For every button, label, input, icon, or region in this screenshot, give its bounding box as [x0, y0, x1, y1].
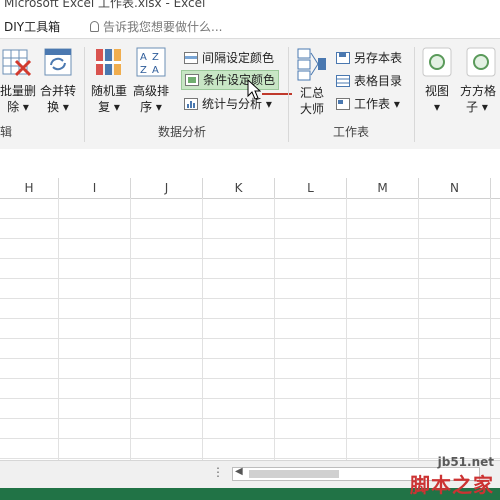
svg-text:A: A [140, 52, 147, 63]
worksheet-button[interactable]: 工作表 ▾ [336, 95, 400, 113]
column-header-i[interactable]: I [59, 178, 131, 198]
save-sheet-icon [336, 52, 350, 64]
svg-text:A: A [152, 65, 159, 76]
table-catalog-label: 表格目录 [354, 74, 403, 88]
watermark-site: 脚本之家 [410, 473, 494, 497]
grid-line [0, 318, 500, 319]
advanced-sort-button[interactable]: A Z Z A 高级排 序 ▾ [130, 45, 172, 115]
grid-line [0, 438, 500, 439]
svg-text:Z: Z [152, 52, 159, 63]
mouse-cursor-icon [247, 79, 261, 100]
tell-me-placeholder: 告诉我您想要做什么... [103, 20, 223, 34]
column-header-l[interactable]: L [275, 178, 347, 198]
interval-color-icon [184, 52, 198, 64]
grid-line [0, 418, 500, 419]
advanced-sort-label-2: 序 ▾ [140, 100, 162, 114]
save-sheet-button[interactable]: 另存本表 [336, 49, 402, 67]
grid-line [0, 258, 500, 259]
grid-line [0, 358, 500, 359]
watermark: jb51.net 脚本之家 [410, 455, 494, 498]
column-header-j[interactable]: J [131, 178, 203, 198]
lightbulb-icon [90, 21, 99, 32]
table-catalog-button[interactable]: 表格目录 [336, 72, 402, 90]
scroll-left-icon[interactable]: ◀ [235, 466, 243, 477]
batch-delete-button[interactable]: 批量删 除 ▾ [0, 45, 36, 115]
worksheet-label: 工作表 ▾ [354, 97, 400, 111]
batch-delete-icon [2, 49, 32, 77]
batch-delete-label-1: 批量删 [0, 84, 37, 98]
batch-delete-label-2: 除 ▾ [7, 100, 29, 114]
random-repeat-icon [96, 49, 121, 75]
column-header-k[interactable]: K [203, 178, 275, 198]
tell-me-box[interactable]: 告诉我您想要做什么... [90, 18, 222, 35]
interval-color-button[interactable]: 间隔设定颜色 [184, 49, 274, 67]
view-icon [422, 47, 452, 77]
stats-analysis-icon [184, 98, 198, 110]
table-catalog-icon [336, 75, 350, 87]
grid-button[interactable]: 方方格 子 ▾ [460, 45, 500, 115]
svg-text:Z: Z [140, 65, 147, 76]
window-title: Microsoft Excel 工作表.xlsx - Excel [4, 0, 206, 10]
random-repeat-label-1: 随机重 [90, 84, 127, 98]
more-options-icon[interactable]: ⋮ [212, 465, 224, 479]
grid-line [0, 278, 500, 279]
grid-label-2: 子 ▾ [466, 100, 488, 114]
group-label-data-analysis: 数据分析 [158, 125, 207, 139]
save-sheet-label: 另存本表 [354, 51, 403, 65]
column-headers: H I J K L M N [0, 178, 500, 199]
grid-line [0, 218, 500, 219]
formula-area [0, 149, 500, 178]
view-button[interactable]: 视图 ▾ [418, 45, 456, 115]
grid-line [0, 298, 500, 299]
grid-icon [466, 47, 496, 77]
advanced-sort-label-1: 高级排 [132, 84, 169, 98]
scrollbar-thumb[interactable] [249, 470, 339, 478]
tab-diy-toolbox[interactable]: DIY工具箱 [4, 18, 60, 35]
merge-convert-button[interactable]: 合并转 换 ▾ [38, 45, 78, 115]
random-repeat-button[interactable]: 随机重 复 ▾ [88, 45, 130, 115]
group-label-edit: 辑 [0, 125, 13, 139]
group-separator [414, 47, 415, 142]
ribbon-tabs: DIY工具箱 告诉我您想要做什么... [0, 12, 500, 38]
merge-convert-label-2: 换 ▾ [47, 100, 69, 114]
grid-line [0, 338, 500, 339]
view-label-2: ▾ [433, 100, 441, 114]
merge-convert-icon [44, 48, 72, 76]
summary-master-button[interactable]: 汇总 大师 [292, 45, 332, 117]
stats-analysis-label: 统计与分析 ▾ [202, 97, 272, 111]
random-repeat-label-2: 复 ▾ [98, 100, 120, 114]
view-label-1: 视图 [424, 84, 449, 98]
worksheet-icon [336, 98, 350, 110]
column-header-m[interactable]: M [347, 178, 419, 198]
group-separator [84, 47, 85, 142]
group-separator [288, 47, 289, 142]
summary-master-icon [297, 48, 326, 81]
column-header-n[interactable]: N [419, 178, 491, 198]
summary-master-label-2: 大师 [299, 102, 324, 116]
summary-master-label-1: 汇总 [299, 86, 324, 100]
condition-color-icon [185, 74, 199, 86]
condition-color-button[interactable]: 条件设定颜色 [181, 70, 280, 90]
ribbon: 批量删 除 ▾ 合并转 换 ▾ 辑 随机重 复 ▾ A Z Z A 高级排 序 … [0, 38, 500, 150]
group-label-worksheet: 工作表 [333, 125, 370, 139]
grid-line [0, 238, 500, 239]
merge-convert-label-1: 合并转 [39, 84, 76, 98]
grid-line [0, 378, 500, 379]
column-header-h[interactable]: H [0, 178, 59, 198]
interval-color-label: 间隔设定颜色 [202, 51, 275, 65]
title-bar: Microsoft Excel 工作表.xlsx - Excel [0, 0, 500, 12]
grid-line [0, 398, 500, 399]
sort-az-icon: A Z Z A [136, 47, 166, 77]
grid-label-1: 方方格 [460, 84, 497, 98]
condition-color-label: 条件设定颜色 [203, 73, 276, 87]
watermark-url: jb51.net [437, 455, 494, 469]
